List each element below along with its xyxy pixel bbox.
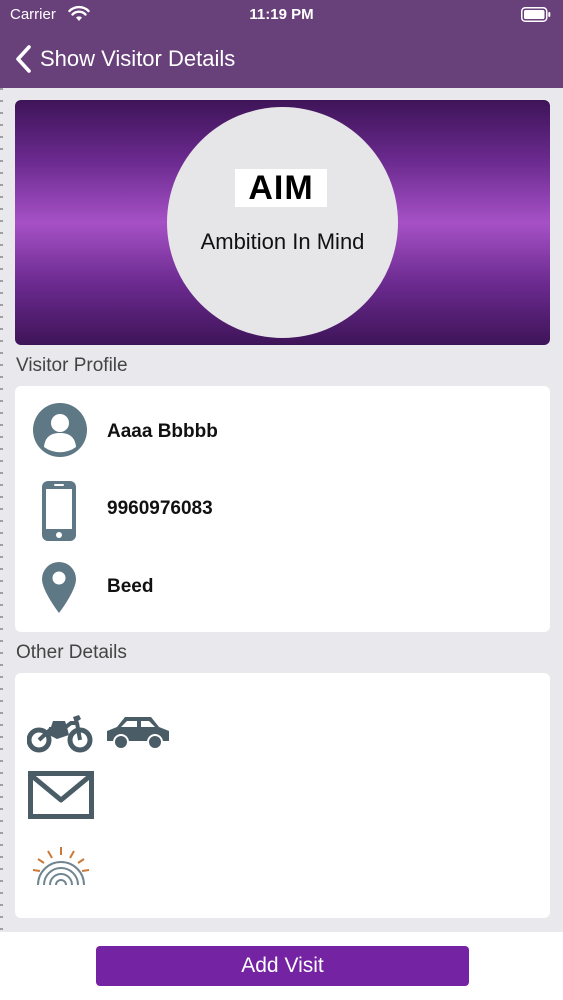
top-bar: Carrier 11:19 PM Show Visitor Details	[0, 0, 563, 88]
visitor-profile-card: Aaaa Bbbbb 9960976083 Beed	[15, 386, 550, 632]
left-edge-decoration	[0, 88, 3, 932]
motorcycle-icon[interactable]	[27, 711, 93, 753]
banner: AIM Ambition In Mind	[15, 100, 550, 345]
aadhaar-icon[interactable]	[30, 845, 92, 887]
status-bar: Carrier 11:19 PM	[0, 0, 563, 30]
logo-circle: AIM Ambition In Mind	[167, 107, 398, 338]
other-details-card	[15, 673, 550, 918]
status-time: 11:19 PM	[249, 6, 314, 23]
mail-icon[interactable]	[28, 771, 94, 819]
page-title: Show Visitor Details	[40, 46, 236, 71]
visitor-profile-heading: Visitor Profile	[16, 355, 128, 376]
visitor-name: Aaaa Bbbbb	[107, 421, 218, 442]
visitor-phone: 9960976083	[107, 498, 213, 519]
profile-row-name: Aaaa Bbbbb	[15, 398, 550, 468]
location-pin-icon	[42, 562, 76, 613]
profile-row-phone: 9960976083	[15, 476, 550, 546]
battery-icon	[521, 7, 551, 22]
person-icon	[33, 403, 87, 457]
phone-icon	[42, 481, 76, 541]
visitor-location: Beed	[107, 576, 154, 597]
other-details-heading: Other Details	[16, 642, 127, 663]
logo-title: AIM	[235, 169, 327, 207]
profile-row-location: Beed	[15, 554, 550, 624]
navigation-bar: Show Visitor Details	[0, 30, 563, 88]
car-icon[interactable]	[105, 713, 171, 751]
chevron-left-icon	[16, 45, 31, 73]
logo-subtitle: Ambition In Mind	[200, 229, 365, 254]
bottom-action-bar: Add Visit	[0, 932, 563, 1000]
back-button[interactable]: Show Visitor Details	[14, 42, 235, 76]
add-visit-button[interactable]: Add Visit	[96, 946, 469, 986]
